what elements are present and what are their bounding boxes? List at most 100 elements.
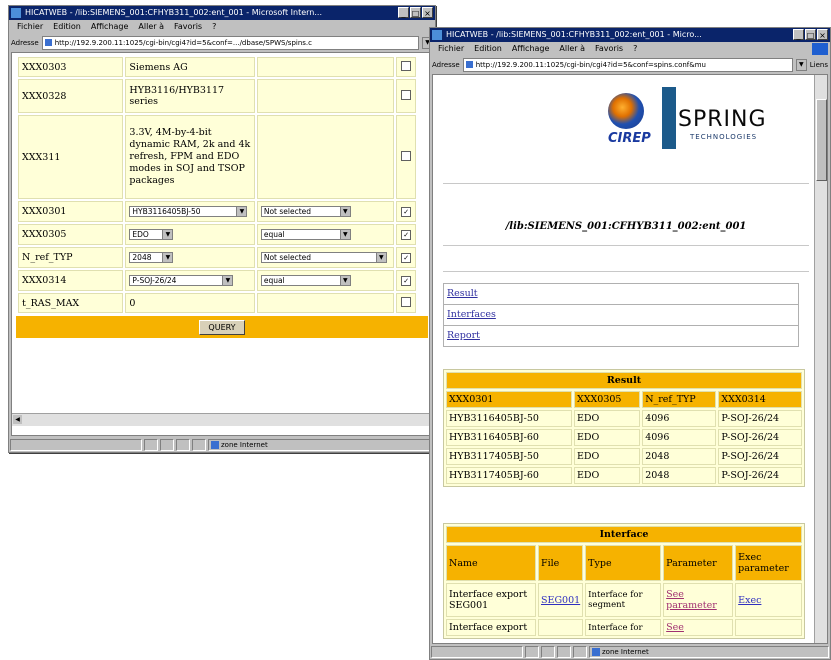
value-cell: EDO ▼ <box>125 224 255 245</box>
scrollbar-thumb[interactable] <box>816 99 827 181</box>
page-title: /lib:SIEMENS_001:CFHYB311_002:ent_001 <box>505 221 747 232</box>
status-cell <box>160 439 174 451</box>
address-label: Adresse <box>432 61 460 69</box>
menu-help[interactable]: ? <box>633 42 637 56</box>
column-header: Parameter <box>663 545 734 581</box>
chevron-down-icon: ▼ <box>339 207 350 216</box>
right-title-bar[interactable]: HICATWEB - /lib:SIEMENS_001:CFHYB311_002… <box>430 28 830 42</box>
file-link[interactable] <box>538 619 584 636</box>
table-cell: HYB3116405BJ-50 <box>446 410 572 427</box>
parameter-link[interactable]: See <box>663 619 734 636</box>
menu-aller[interactable]: Aller à <box>559 42 585 56</box>
address-input[interactable]: http://192.9.200.11:1025/cgi-bin/cgi4?id… <box>41 36 419 50</box>
value-select-text: HYB3116405BJ-50 <box>132 207 201 216</box>
menu-fichier[interactable]: Fichier <box>17 20 43 34</box>
select-checkbox[interactable]: ✓ <box>401 230 412 240</box>
status-zone-label: zone Internet <box>602 648 649 656</box>
left-address-bar: Adresse http://192.9.200.11:1025/cgi-bin… <box>9 34 435 52</box>
operator-cell: equal ▼ <box>256 270 395 291</box>
minimize-button[interactable]: _ <box>793 29 804 40</box>
operator-select[interactable]: Not selected ▼ <box>260 252 387 263</box>
menu-fichier[interactable]: Fichier <box>438 42 464 56</box>
link-interfaces[interactable]: Interfaces <box>444 305 798 326</box>
links-label[interactable]: Liens <box>810 61 828 69</box>
status-cell <box>541 646 555 658</box>
menu-favoris[interactable]: Favoris <box>595 42 623 56</box>
divider <box>443 271 809 272</box>
exec-link[interactable]: Exec <box>735 583 802 617</box>
menu-aller[interactable]: Aller à <box>138 20 164 34</box>
select-checkbox[interactable] <box>401 150 412 161</box>
value-select[interactable]: HYB3116405BJ-50 ▼ <box>129 206 248 217</box>
query-button[interactable]: QUERY <box>199 319 245 335</box>
vertical-scrollbar[interactable] <box>814 75 827 643</box>
left-status-bar: zone Internet <box>9 438 435 452</box>
select-checkbox[interactable]: ✓ <box>401 207 412 217</box>
status-text <box>10 439 142 451</box>
address-dropdown-icon[interactable]: ▼ <box>795 59 807 71</box>
operator-select[interactable]: equal ▼ <box>260 229 351 240</box>
table-cell: HYB3117405BJ-60 <box>446 467 572 484</box>
chevron-down-icon: ▼ <box>339 230 350 239</box>
maximize-button[interactable]: □ <box>805 29 816 40</box>
value-select[interactable]: EDO ▼ <box>129 229 174 240</box>
exec-link[interactable] <box>735 619 802 636</box>
chevron-down-icon: ▼ <box>339 276 350 285</box>
operator-select-text: equal <box>263 230 285 239</box>
param-value: Siemens AG <box>125 57 255 77</box>
table-cell: HYB3117405BJ-50 <box>446 448 572 465</box>
file-link[interactable]: SEG001 <box>538 583 584 617</box>
cirep-spring-logo: CIREP SPRING TECHNOLOGIES <box>608 87 808 167</box>
form-row: XXX0305 EDO ▼ equal ▼ ✓ <box>18 224 416 245</box>
link-report[interactable]: Report <box>444 326 798 346</box>
param-name: XXX311 <box>18 115 124 199</box>
table-cell: HYB3116405BJ-60 <box>446 429 572 446</box>
value-select[interactable]: 2048 ▼ <box>129 252 174 263</box>
column-header: N_ref_TYP <box>642 391 717 408</box>
menu-affichage[interactable]: Affichage <box>512 42 550 56</box>
interface-heading: Interface <box>446 526 802 543</box>
status-zone: zone Internet <box>208 439 434 451</box>
horizontal-scrollbar[interactable]: ◀ <box>12 413 432 426</box>
close-button[interactable]: × <box>817 29 828 40</box>
maximize-button[interactable]: □ <box>410 7 421 18</box>
status-cell <box>573 646 587 658</box>
operator-cell: Not selected ▼ <box>256 247 395 268</box>
table-cell: Interface for <box>585 619 662 636</box>
browser-icon <box>11 8 21 18</box>
column-header: File <box>538 545 584 581</box>
table-cell: P-SOJ-26/24 <box>718 467 802 484</box>
param-value[interactable]: 0 <box>125 293 255 313</box>
value-select[interactable]: P-SOJ-26/24 ▼ <box>129 275 234 286</box>
menu-favoris[interactable]: Favoris <box>174 20 202 34</box>
chevron-down-icon: ▼ <box>236 207 247 216</box>
operator-cell <box>256 57 395 77</box>
parameter-link[interactable]: See parameter <box>663 583 734 617</box>
scroll-left-icon[interactable]: ◀ <box>13 415 22 424</box>
select-checkbox[interactable] <box>401 60 412 71</box>
divider <box>443 245 809 246</box>
checkbox-cell <box>396 115 416 199</box>
param-name: XXX0305 <box>18 224 124 245</box>
link-result[interactable]: Result <box>444 284 798 305</box>
chevron-down-icon: ▼ <box>162 253 173 262</box>
select-checkbox[interactable]: ✓ <box>401 253 412 263</box>
select-checkbox[interactable] <box>401 89 412 100</box>
checkbox-cell <box>396 57 416 77</box>
menu-affichage[interactable]: Affichage <box>91 20 129 34</box>
operator-select[interactable]: equal ▼ <box>260 275 351 286</box>
checkbox-cell: ✓ <box>396 270 416 291</box>
menu-help[interactable]: ? <box>212 20 216 34</box>
left-title-bar[interactable]: HICATWEB - /lib:SIEMENS_001:CFHYB311_002… <box>9 6 435 20</box>
right-window-title: HICATWEB - /lib:SIEMENS_001:CFHYB311_002… <box>446 30 702 39</box>
operator-select[interactable]: Not selected ▼ <box>260 206 351 217</box>
select-checkbox[interactable] <box>401 296 412 307</box>
form-row: XXX0314 P-SOJ-26/24 ▼ equal ▼ ✓ <box>18 270 416 291</box>
column-header: Type <box>585 545 662 581</box>
select-checkbox[interactable]: ✓ <box>401 276 412 286</box>
menu-edition[interactable]: Edition <box>53 20 81 34</box>
address-input[interactable]: http://192.9.200.11:1025/cgi-bin/cgi4?id… <box>462 58 793 72</box>
menu-edition[interactable]: Edition <box>474 42 502 56</box>
minimize-button[interactable]: _ <box>398 7 409 18</box>
close-button[interactable]: × <box>422 7 433 18</box>
